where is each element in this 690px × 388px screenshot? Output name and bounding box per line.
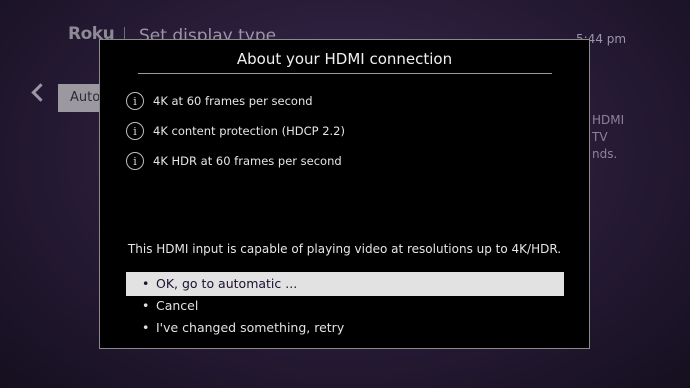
bullet: • [142,276,150,291]
feature-label: 4K at 60 frames per second [153,94,313,108]
feature-item: i 4K content protection (HDCP 2.2) [126,120,345,142]
feature-item: i 4K HDR at 60 frames per second [126,150,342,172]
option-retry[interactable]: • I've changed something, retry [126,316,564,340]
title-divider [138,73,552,74]
background-side-text: HDMI TV nds. [592,113,625,161]
feature-label: 4K HDR at 60 frames per second [153,154,342,168]
bullet: • [142,320,150,335]
option-ok-automatic[interactable]: • OK, go to automatic ... [126,272,564,296]
option-label: I've changed something, retry [156,320,345,335]
option-label: OK, go to automatic ... [156,276,298,291]
option-cancel[interactable]: • Cancel [126,294,564,318]
capability-description: This HDMI input is capable of playing vi… [127,242,562,256]
info-icon: i [126,92,144,110]
info-icon: i [126,122,144,140]
hdmi-info-dialog: About your HDMI connection i 4K at 60 fr… [99,39,590,349]
back-arrow-icon[interactable] [31,83,50,102]
bullet: • [142,298,150,313]
option-label: Cancel [156,298,199,313]
feature-item: i 4K at 60 frames per second [126,90,313,112]
info-icon: i [126,152,144,170]
dialog-title: About your HDMI connection [236,50,453,68]
feature-label: 4K content protection (HDCP 2.2) [153,124,345,138]
